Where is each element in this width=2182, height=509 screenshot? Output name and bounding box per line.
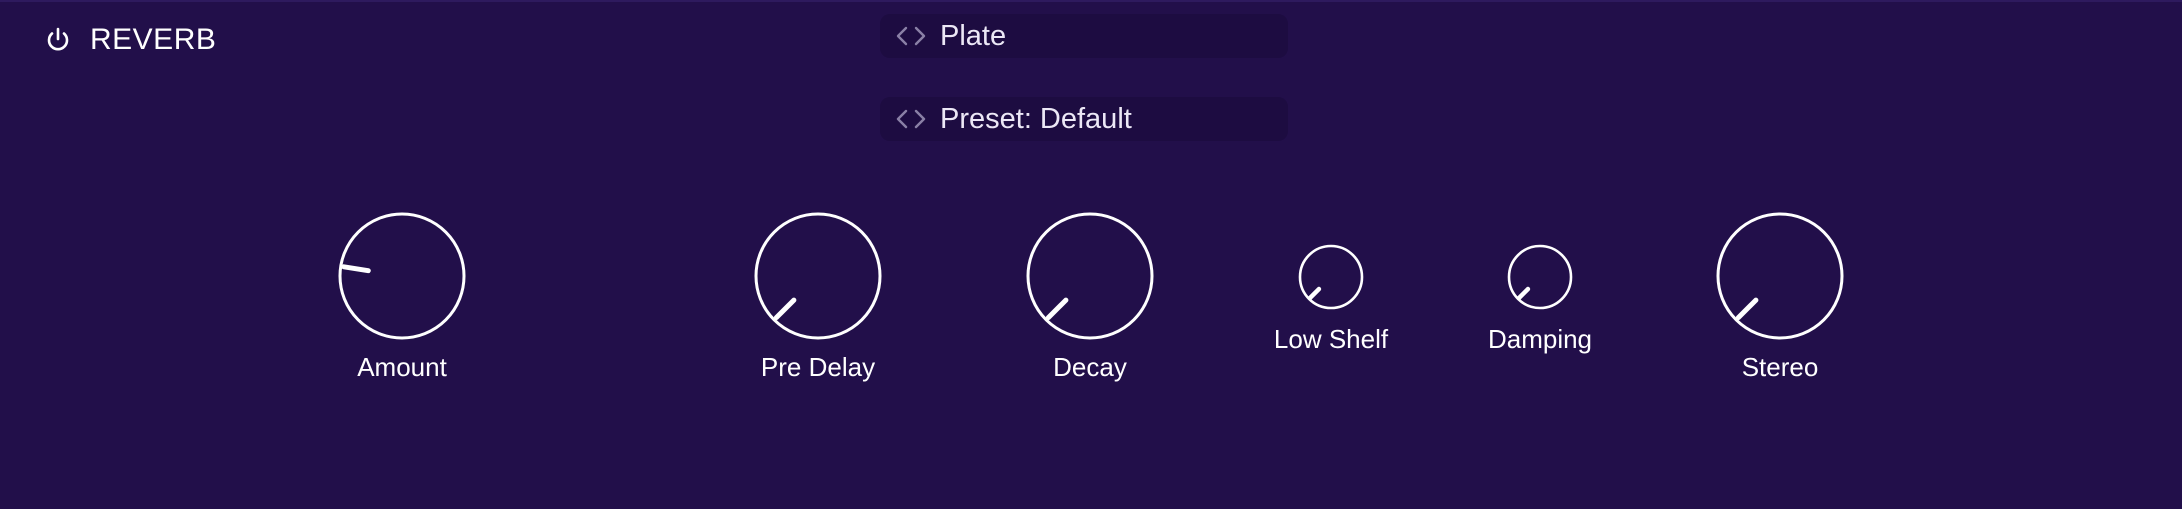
knob-amount-ring — [338, 212, 466, 340]
type-selector[interactable]: Plate — [880, 14, 1288, 58]
knob-label-stereo: Stereo — [1741, 352, 1819, 382]
knob-amount-graphic — [338, 212, 466, 340]
knob-stereo-graphic — [1716, 212, 1844, 340]
prev-next-arrows-icon[interactable] — [892, 24, 936, 48]
knob-pre-delay[interactable] — [754, 212, 882, 340]
preset-selector-value: Preset: Default — [940, 103, 1132, 135]
knob-label-pre-delay: Pre Delay — [760, 352, 876, 382]
knob-label-amount: Amount — [357, 352, 447, 382]
knob-label-low-shelf: Low Shelf — [1273, 324, 1389, 354]
preset-selector[interactable]: Preset: Default — [880, 97, 1288, 141]
knob-damping[interactable] — [1507, 244, 1573, 310]
knob-decay[interactable] — [1026, 212, 1154, 340]
knob-decay-graphic — [1026, 212, 1154, 340]
knob-low-shelf[interactable] — [1298, 244, 1364, 310]
knob-low-shelf-pointer — [1307, 286, 1322, 301]
knob-stereo[interactable] — [1716, 212, 1844, 340]
knob-pre-delay-graphic — [754, 212, 882, 340]
type-selector-value: Plate — [940, 20, 1007, 52]
top-border — [0, 0, 2182, 2]
plugin-title: REVERB — [90, 23, 217, 56]
knob-label-decay: Decay — [1053, 352, 1127, 382]
knob-decay-pointer — [1045, 297, 1069, 321]
knob-damping-pointer — [1516, 286, 1531, 301]
power-icon[interactable] — [45, 26, 71, 54]
knob-label-damping: Damping — [1487, 324, 1593, 354]
knob-pre-delay-pointer — [773, 297, 797, 321]
knob-amount[interactable] — [338, 212, 466, 340]
knob-amount-pointer — [341, 264, 371, 274]
knob-damping-graphic — [1507, 244, 1573, 310]
prev-next-arrows-icon[interactable] — [892, 107, 936, 131]
knob-stereo-pointer — [1735, 297, 1759, 321]
knob-low-shelf-graphic — [1298, 244, 1364, 310]
